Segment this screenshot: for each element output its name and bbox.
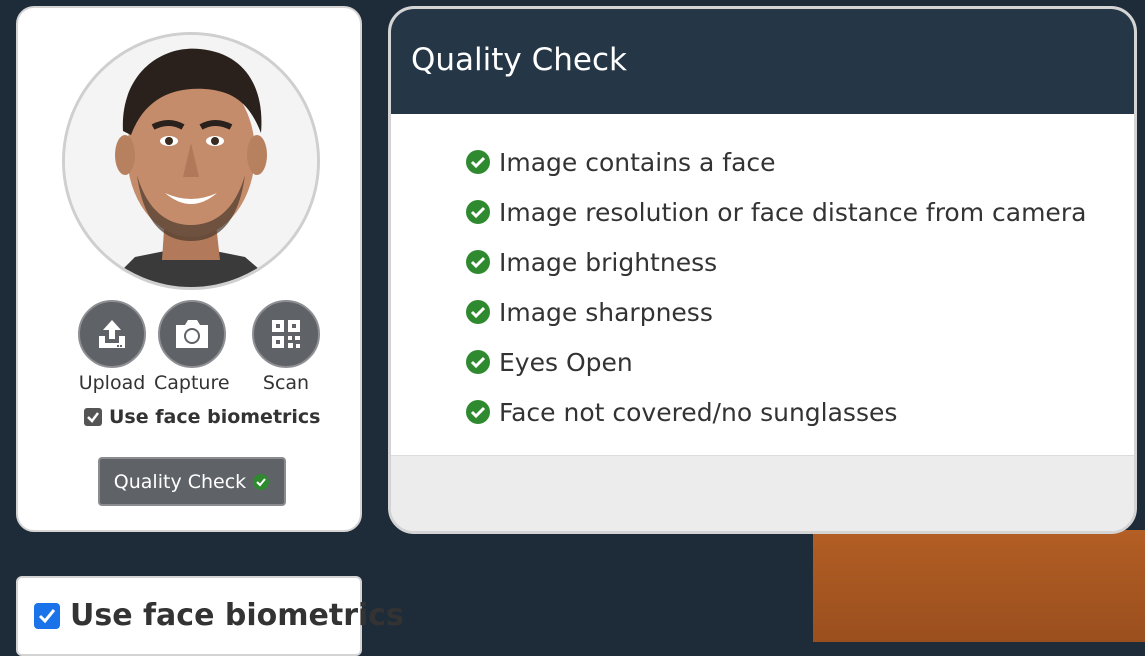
list-item: Image sharpness — [465, 287, 1086, 337]
quality-check-button[interactable]: Quality Check — [98, 457, 286, 506]
use-face-biometrics-label: Use face biometrics — [70, 598, 404, 633]
capture-tool[interactable]: Capture — [154, 300, 230, 394]
quality-check-list: Image contains a face Image resolution o… — [465, 137, 1086, 437]
checkbox-checked-icon[interactable] — [84, 408, 102, 426]
list-item: Image resolution or face distance from c… — [465, 187, 1086, 237]
checkbox-checked-icon[interactable] — [34, 602, 60, 629]
check-circle-icon — [466, 250, 490, 274]
check-circle-icon — [466, 200, 490, 224]
camera-icon — [175, 320, 208, 348]
panel-title: Quality Check — [391, 9, 1134, 114]
panel-footer — [391, 455, 1134, 531]
use-face-biometrics-checkbox-large[interactable]: Use face biometrics — [34, 598, 404, 633]
upload-tool[interactable]: Upload — [78, 300, 146, 394]
capture-toolbar: Upload Capture Scan — [78, 300, 320, 400]
check-circle-icon — [253, 473, 270, 490]
scan-tool[interactable]: Scan — [252, 300, 320, 394]
check-circle-icon — [466, 400, 490, 424]
check-item-label: Image sharpness — [499, 297, 713, 327]
check-circle-icon — [466, 300, 490, 324]
quality-check-panel: Quality Check Image contains a face Imag… — [388, 6, 1137, 534]
scan-button[interactable] — [252, 300, 320, 368]
list-item: Image contains a face — [465, 137, 1086, 187]
face-photo — [62, 32, 320, 290]
qr-code-icon — [272, 320, 300, 348]
upload-button[interactable] — [78, 300, 146, 368]
biometrics-panel: Use face biometrics — [16, 576, 404, 656]
use-face-biometrics-checkbox[interactable]: Use face biometrics — [84, 406, 320, 428]
check-item-label: Face not covered/no sunglasses — [499, 397, 898, 427]
check-item-label: Image contains a face — [499, 147, 776, 177]
face-photo-illustration — [65, 35, 317, 287]
check-circle-icon — [466, 150, 490, 174]
check-circle-icon — [466, 350, 490, 374]
background-accent — [813, 530, 1145, 642]
capture-button[interactable] — [157, 300, 226, 368]
check-item-label: Eyes Open — [499, 347, 633, 377]
capture-label: Capture — [154, 372, 230, 394]
check-item-label: Image resolution or face distance from c… — [499, 197, 1087, 227]
use-face-biometrics-label: Use face biometrics — [109, 406, 321, 428]
list-item: Image brightness — [465, 237, 1086, 287]
scan-label: Scan — [262, 372, 310, 394]
quality-check-button-label: Quality Check — [113, 470, 247, 493]
upload-label: Upload — [78, 372, 146, 394]
check-item-label: Image brightness — [499, 247, 718, 277]
list-item: Face not covered/no sunglasses — [465, 387, 1086, 437]
upload-icon — [99, 320, 125, 348]
list-item: Eyes Open — [465, 337, 1086, 387]
photo-capture-panel: Upload Capture Scan Use face biometrics … — [16, 6, 362, 532]
